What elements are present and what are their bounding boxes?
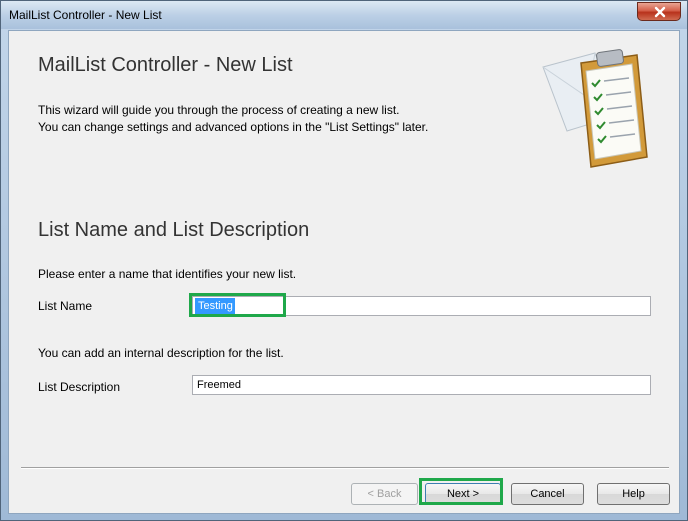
next-button[interactable]: Next > xyxy=(425,483,501,505)
title-bar[interactable]: MailList Controller - New List xyxy=(1,1,687,29)
name-prompt: Please enter a name that identifies your… xyxy=(38,267,297,281)
page-title: MailList Controller - New List xyxy=(38,54,293,76)
button-separator xyxy=(21,467,669,469)
cancel-button[interactable]: Cancel xyxy=(511,483,584,505)
section-title: List Name and List Description xyxy=(38,219,310,241)
list-name-input[interactable] xyxy=(192,296,651,316)
back-button[interactable]: < Back xyxy=(351,483,418,505)
selected-text: Testing xyxy=(198,300,233,312)
intro-text: This wizard will guide you through the p… xyxy=(38,102,428,136)
description-prompt: You can add an internal description for … xyxy=(38,346,284,360)
close-button[interactable] xyxy=(637,2,681,21)
list-description-label: List Description xyxy=(38,380,121,394)
help-button[interactable]: Help xyxy=(597,483,670,505)
intro-line-2: You can change settings and advanced opt… xyxy=(38,120,429,134)
wizard-content: MailList Controller - New List This wiza… xyxy=(8,30,680,514)
list-name-label: List Name xyxy=(38,299,93,313)
intro-line-1: This wizard will guide you through the p… xyxy=(38,103,400,117)
clipboard-mail-icon xyxy=(542,49,648,168)
close-icon xyxy=(654,6,666,18)
wizard-window: MailList Controller - New List MailList … xyxy=(0,0,688,521)
window-title: MailList Controller - New List xyxy=(9,8,162,22)
list-description-input[interactable] xyxy=(192,375,651,395)
